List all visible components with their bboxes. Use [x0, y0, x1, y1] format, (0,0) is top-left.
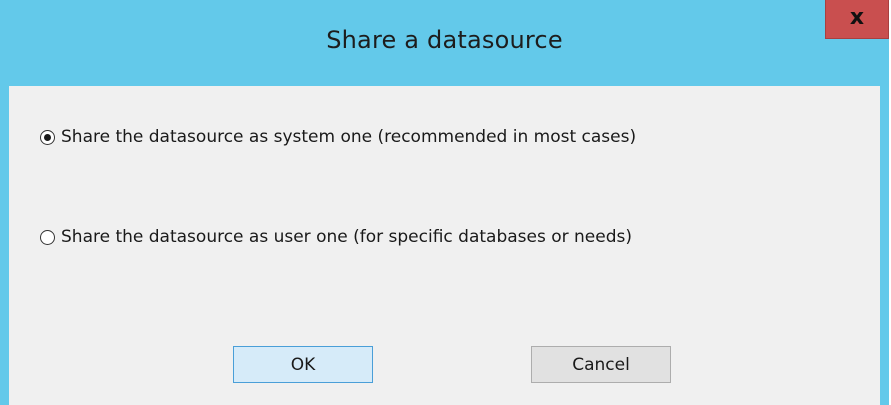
share-as-system-label[interactable]: Share the datasource as system one (reco…	[61, 127, 636, 147]
dialog-body: Share the datasource as system one (reco…	[9, 86, 880, 405]
close-button[interactable]: x	[825, 0, 889, 39]
cancel-button[interactable]: Cancel	[531, 346, 671, 383]
ok-button[interactable]: OK	[233, 346, 373, 383]
share-as-user-label[interactable]: Share the datasource as user one (for sp…	[61, 227, 632, 247]
close-icon: x	[849, 5, 865, 30]
radio-user-unchecked-icon[interactable]	[40, 229, 55, 245]
dialog-title: Share a datasource	[326, 26, 563, 54]
share-as-user-option[interactable]: Share the datasource as user one (for sp…	[40, 225, 632, 249]
share-datasource-dialog: Share a datasource x Share the datasourc…	[0, 0, 889, 405]
share-as-system-option[interactable]: Share the datasource as system one (reco…	[40, 125, 636, 149]
radio-system-checked-icon[interactable]	[40, 129, 55, 145]
title-bar[interactable]: Share a datasource x	[0, 0, 889, 86]
